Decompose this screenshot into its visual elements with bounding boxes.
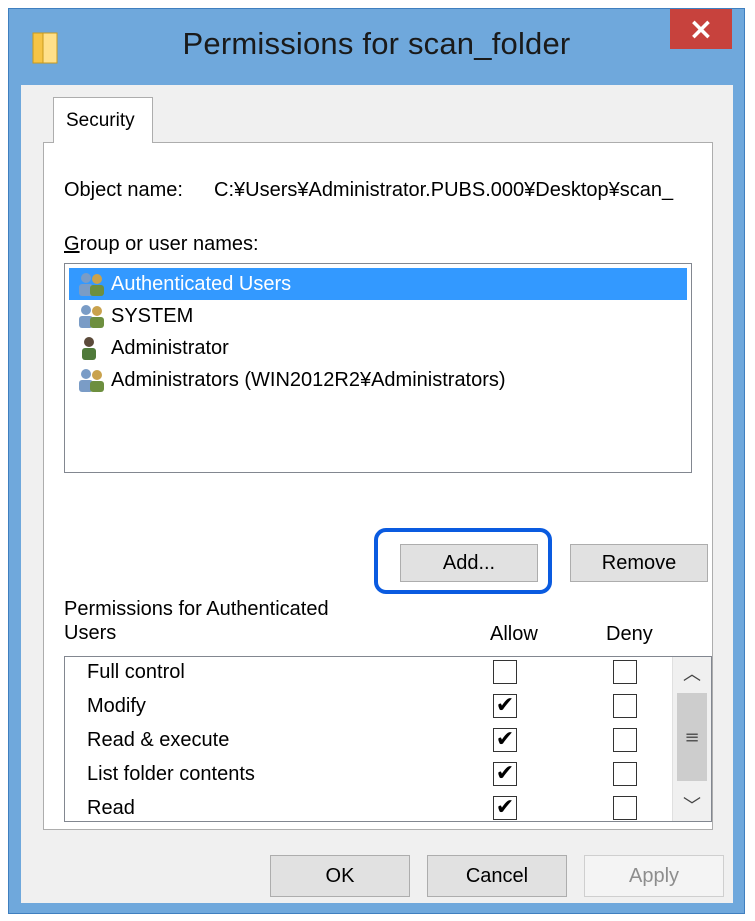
list-item-system[interactable]: SYSTEM [69, 300, 687, 332]
permission-name: Modify [87, 695, 146, 717]
deny-checkbox[interactable] [613, 762, 637, 786]
permission-name: Read [87, 797, 135, 819]
user-label: Administrators (WIN2012R2¥Administrators… [111, 368, 506, 391]
permissions-label: Permissions for Authenticated Users [64, 598, 329, 644]
allow-column-header: Allow [490, 623, 538, 645]
scroll-thumb[interactable]: ≡ [677, 693, 707, 781]
user-label: Authenticated Users [111, 272, 292, 295]
permission-row: List folder contents ✔ [65, 759, 665, 795]
allow-checkbox[interactable]: ✔ [493, 694, 517, 718]
object-name-value: C:¥Users¥Administrator.PUBS.000¥Desktop¥… [214, 179, 674, 201]
tab-security[interactable]: Security [53, 97, 153, 143]
deny-checkbox[interactable] [613, 660, 637, 684]
apply-button[interactable]: Apply [584, 855, 724, 897]
scroll-down-icon[interactable]: ﹀ [673, 789, 711, 821]
scroll-up-icon[interactable]: ︿ [673, 657, 711, 689]
deny-checkbox[interactable] [613, 694, 637, 718]
group-names-label-rest: roup or user names: [79, 233, 259, 255]
deny-checkbox[interactable] [613, 728, 637, 752]
permission-name: Read & execute [87, 729, 230, 751]
add-button[interactable]: Add... [400, 544, 538, 582]
permission-row: Read & execute ✔ [65, 725, 665, 761]
list-item-authenticated-users[interactable]: Authenticated Users [69, 268, 687, 300]
allow-checkbox[interactable]: ✔ [493, 728, 517, 752]
allow-checkbox[interactable]: ✔ [493, 796, 517, 820]
window-title: Permissions for scan_folder [182, 26, 571, 61]
permission-name: Full control [87, 661, 185, 683]
group-names-label: Group or user names: [64, 233, 259, 255]
list-item-administrator[interactable]: Administrator [69, 332, 687, 364]
dialog-client-area: Security Object name: C:¥Users¥Administr… [21, 85, 733, 903]
user-label: SYSTEM [111, 304, 194, 327]
permission-row: Full control [65, 657, 665, 693]
permissions-dialog: Permissions for scan_folder × Security O… [8, 8, 745, 914]
permissions-scrollbar[interactable]: ︿ ≡ ﹀ [672, 657, 711, 821]
security-panel: Object name: C:¥Users¥Administrator.PUBS… [43, 142, 713, 830]
user-label: Administrator [111, 336, 229, 359]
permission-name: List folder contents [87, 763, 255, 785]
deny-column-header: Deny [606, 623, 653, 645]
title-bar[interactable]: Permissions for scan_folder × [9, 9, 744, 85]
user-icon [82, 337, 96, 360]
list-item-administrators[interactable]: Administrators (WIN2012R2¥Administrators… [69, 364, 687, 396]
permission-row: Read ✔ [65, 793, 665, 821]
ok-button[interactable]: OK [270, 855, 410, 897]
cancel-button[interactable]: Cancel [427, 855, 567, 897]
object-name-label: Object name: [64, 179, 183, 201]
users-group-icon [79, 273, 104, 296]
users-group-icon [79, 305, 104, 328]
group-user-list[interactable]: Authenticated Users SYSTEM Administrator [64, 263, 692, 473]
allow-checkbox[interactable] [493, 660, 517, 684]
deny-checkbox[interactable] [613, 796, 637, 820]
users-group-icon [79, 369, 104, 392]
allow-checkbox[interactable]: ✔ [493, 762, 517, 786]
permissions-list[interactable]: Full control Modify ✔ Read & execute ✔ L… [64, 656, 712, 822]
permission-row: Modify ✔ [65, 691, 665, 727]
remove-button[interactable]: Remove [570, 544, 708, 582]
close-button[interactable]: × [670, 9, 732, 49]
